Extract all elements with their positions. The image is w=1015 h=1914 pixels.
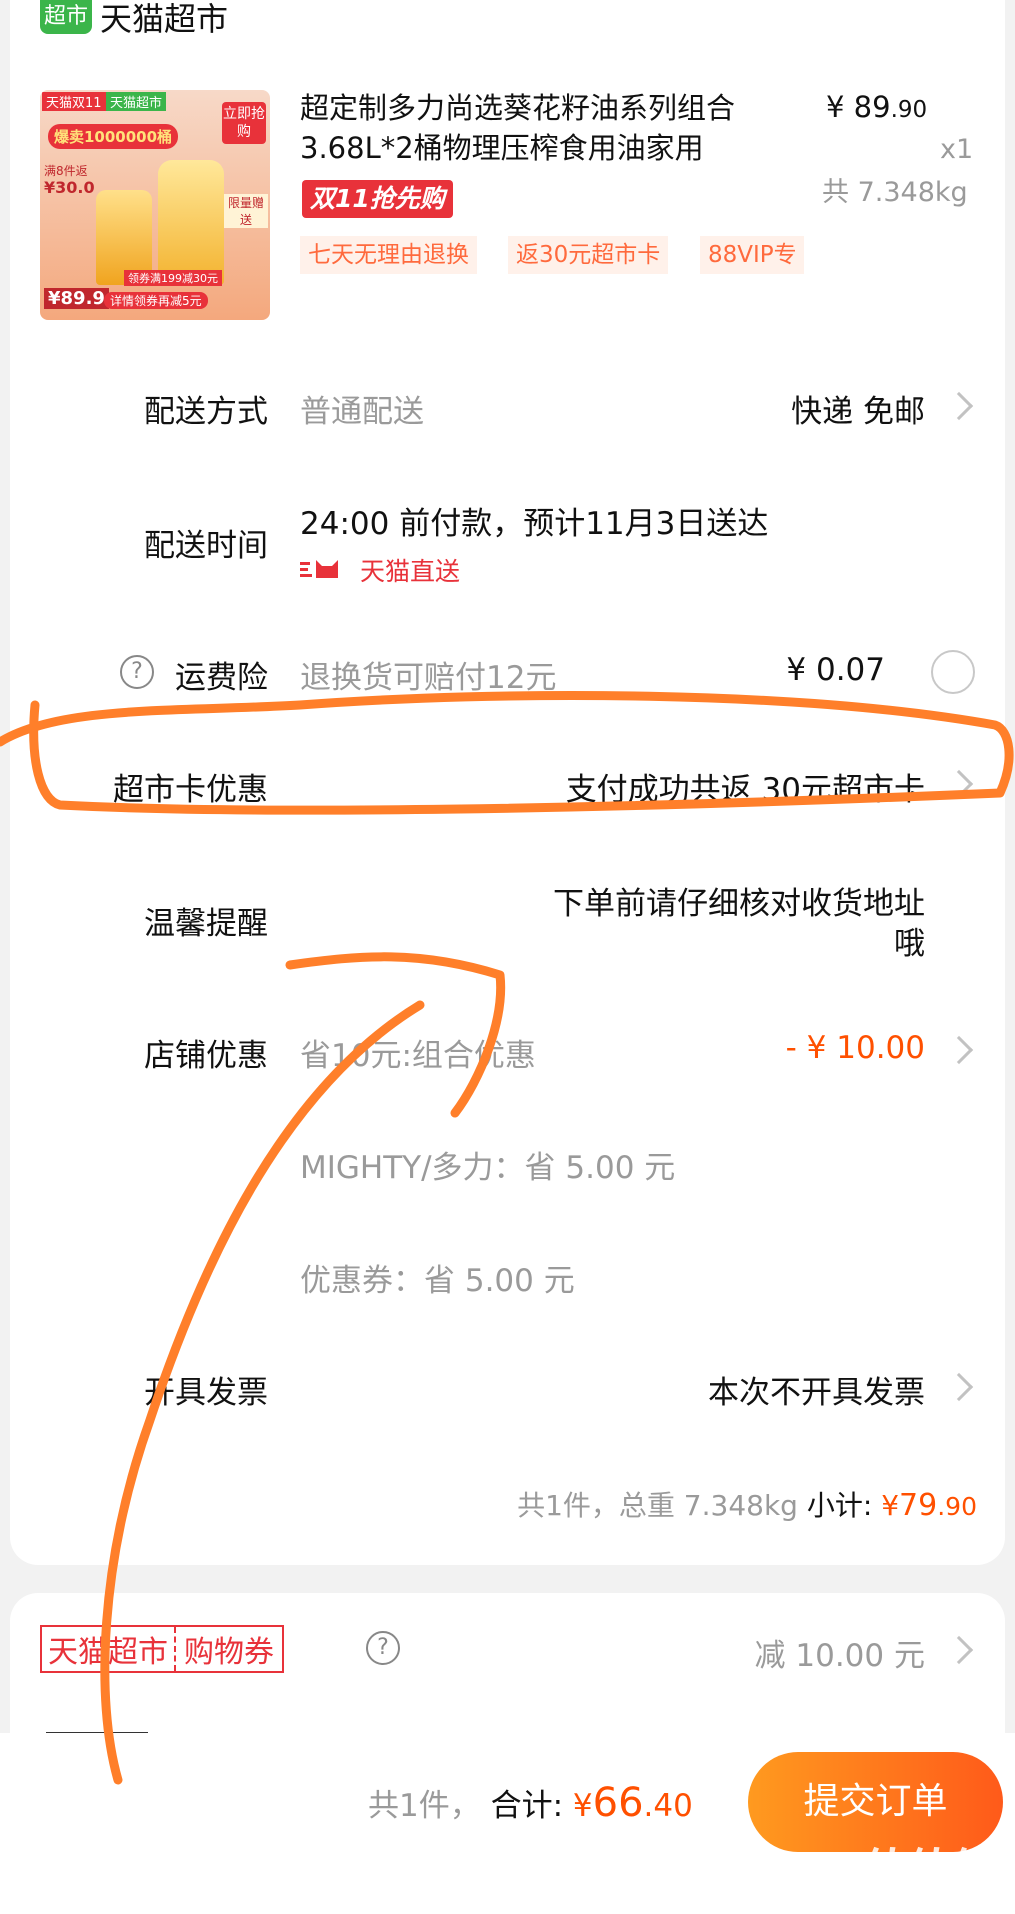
annotation-ellipse: [0, 690, 1014, 815]
annotation-arrow: [100, 952, 506, 1785]
annotation-overlay: [0, 690, 1014, 1785]
